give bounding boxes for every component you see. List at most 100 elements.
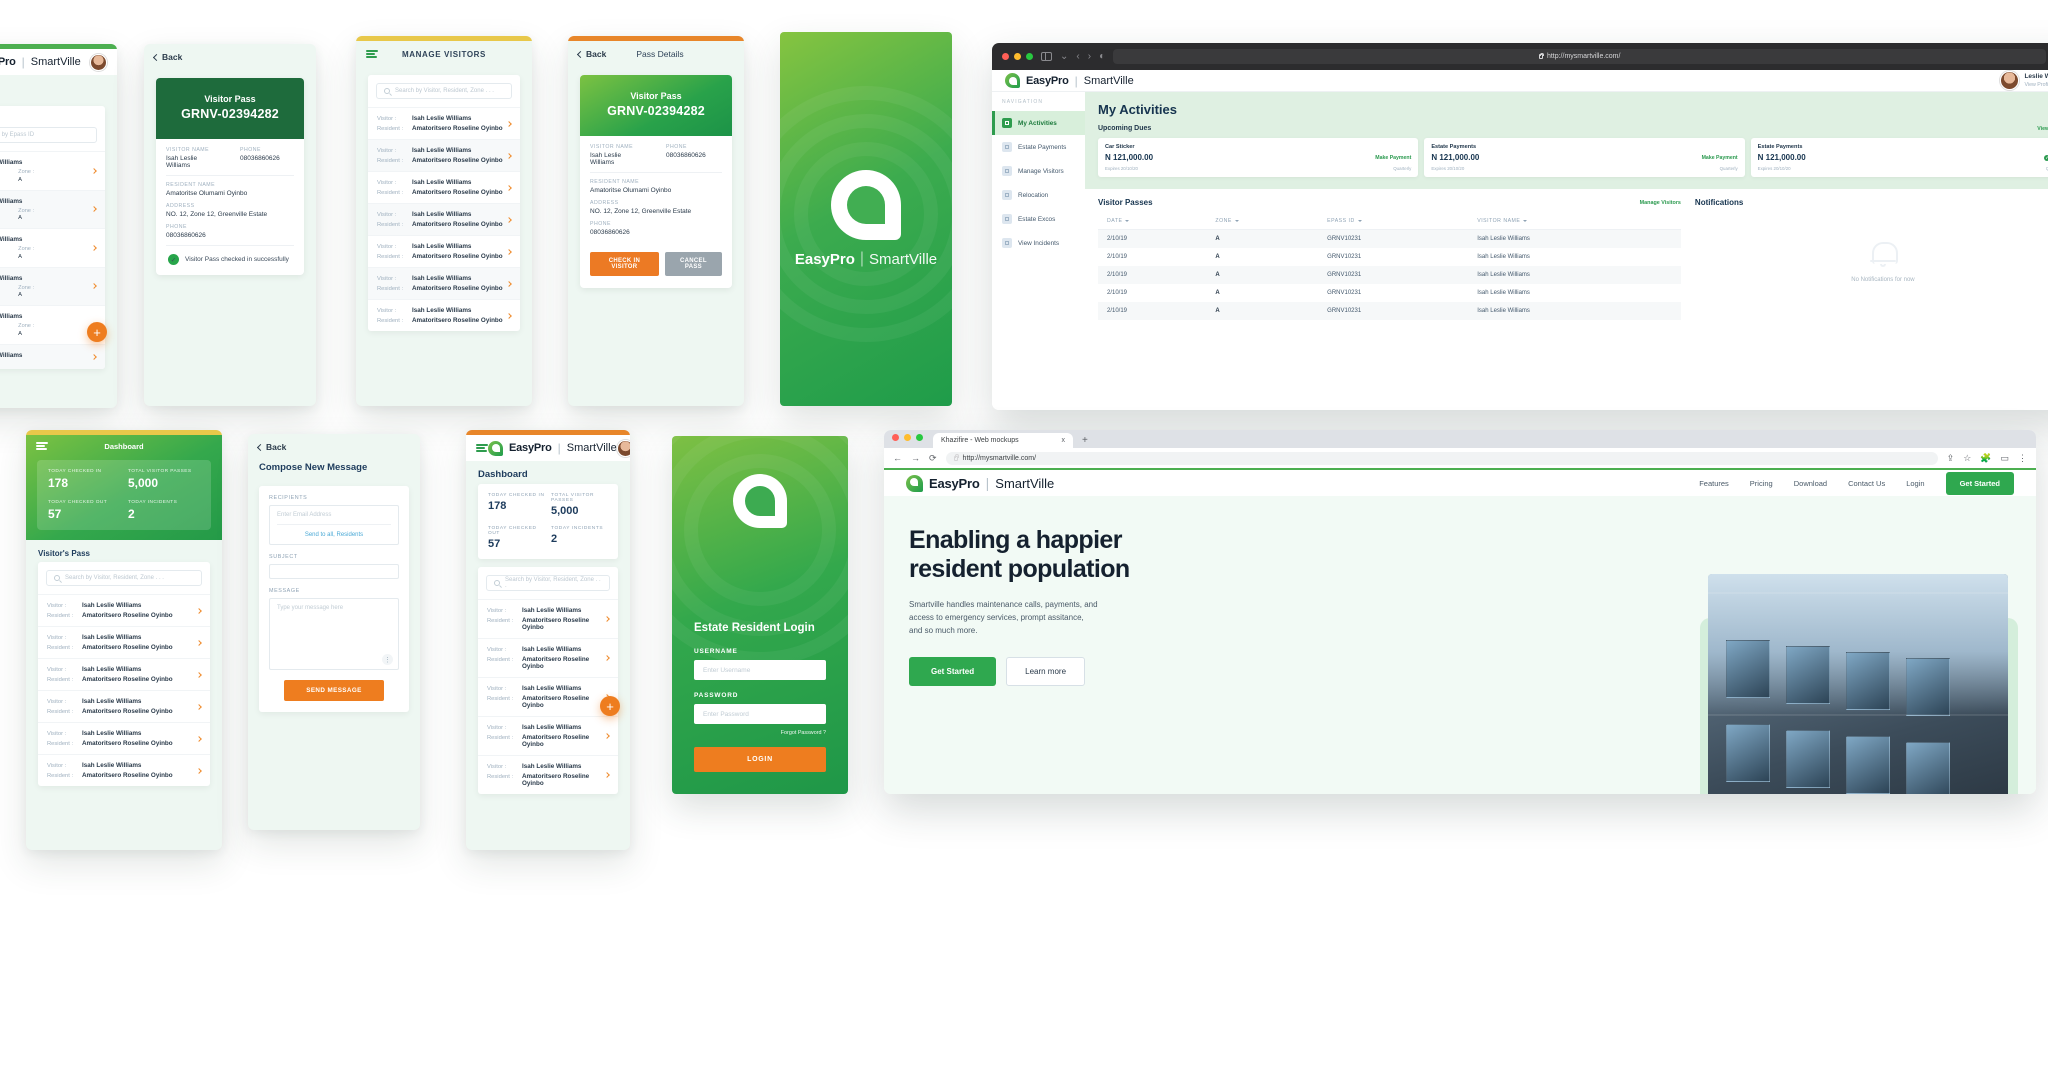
back-icon[interactable]: ‹ <box>1076 51 1079 62</box>
due-card[interactable]: Car Sticker N 121,000.00 Make Payment Ex… <box>1098 138 1419 177</box>
sidebar-item-my-activities[interactable]: My Activities <box>992 111 1085 135</box>
forgot-password-link[interactable]: Forgot Password ? <box>694 730 826 736</box>
table-row[interactable]: 2/10/19 A GRNV10231 Isah Leslie Williams <box>1098 284 1681 302</box>
menu-icon[interactable]: ⋮ <box>2018 453 2027 464</box>
back-button[interactable]: Back <box>152 52 182 62</box>
close-tab-icon[interactable]: x <box>1062 437 1066 444</box>
nav-link-download[interactable]: Download <box>1794 479 1827 488</box>
cast-icon[interactable]: ▭ <box>2000 453 2009 464</box>
sidebar-item-relocation[interactable]: Relocation <box>992 183 1085 207</box>
menu-icon[interactable] <box>476 444 488 452</box>
incident-row[interactable]: Isah Leslie Williams Incident TypeGRNV10… <box>0 228 105 267</box>
visitor-row[interactable]: Visitor : Isah Leslie Williams Resident :… <box>368 203 520 235</box>
visitor-row[interactable]: Visitor : Isah Leslie Williams Resident :… <box>368 235 520 267</box>
visitor-row[interactable]: Visitor : Isah Leslie Williams Resident :… <box>368 107 520 139</box>
nav-link-login[interactable]: Login <box>1906 479 1924 488</box>
menu-icon[interactable] <box>36 442 48 450</box>
login-button[interactable]: LOGIN <box>694 747 826 772</box>
view-profile-link[interactable]: View Profile <box>2024 82 2048 88</box>
visitor-row[interactable]: Visitor : Isah Leslie Williams Resident :… <box>478 638 618 677</box>
reader-icon[interactable]: ◐ <box>1099 51 1105 62</box>
visitor-row[interactable]: Visitor : Isah Leslie Williams Resident :… <box>38 626 210 658</box>
visitor-row[interactable]: Visitor : Isah Leslie Williams Resident :… <box>478 599 618 638</box>
search-input[interactable]: Search by Visitor, Resident, Zone . . . <box>46 570 202 586</box>
table-row[interactable]: 2/10/19 A GRNV10231 Isah Leslie Williams <box>1098 266 1681 284</box>
sidebar-toggle-icon[interactable] <box>1041 51 1052 62</box>
hero-learn-more-button[interactable]: Learn more <box>1006 657 1086 687</box>
visitor-row[interactable]: Visitor : Isah Leslie Williams Resident :… <box>38 754 210 786</box>
extensions-icon[interactable]: 🧩 <box>1980 453 1991 464</box>
visitor-row[interactable]: Visitor : Isah Leslie Williams Resident :… <box>38 722 210 754</box>
hero-get-started-button[interactable]: Get Started <box>909 657 997 687</box>
due-card[interactable]: Estate Payments N 121,000.00 ✓ Paid Expi… <box>1750 138 2048 177</box>
back-button[interactable]: Back <box>576 49 606 59</box>
back-button[interactable]: Back <box>256 442 286 452</box>
bookmark-icon[interactable]: ☆ <box>1963 453 1971 464</box>
column-header-epass-id[interactable]: EPASS ID <box>1318 213 1469 230</box>
check-in-visitor-button[interactable]: CHECK IN VISITOR <box>590 252 659 276</box>
incident-row[interactable]: Isah Leslie Williams <box>0 343 105 369</box>
avatar[interactable] <box>616 439 630 457</box>
sidebar-item-view-incidents[interactable]: View Incidents <box>992 231 1085 255</box>
visitor-row[interactable]: Visitor : Isah Leslie Williams Resident :… <box>478 755 618 794</box>
window-controls[interactable] <box>1002 53 1033 60</box>
window-controls[interactable] <box>892 434 923 441</box>
message-textarea[interactable]: Type your message here ⋮ <box>269 598 399 670</box>
table-row[interactable]: 2/10/19 A GRNV10231 Isah Leslie Williams <box>1098 248 1681 266</box>
column-header-visitor-name[interactable]: VISITOR NAME <box>1468 213 1681 230</box>
visitor-row[interactable]: Visitor : Isah Leslie Williams Resident :… <box>478 677 618 716</box>
address-bar[interactable]: http://mysmartville.com/ <box>945 451 1938 465</box>
username-input[interactable]: Enter Username <box>694 660 826 680</box>
cancel-pass-button[interactable]: CANCEL PASS <box>664 252 722 276</box>
nav-link-features[interactable]: Features <box>1699 479 1729 488</box>
make-payment-button[interactable]: Make Payment <box>1375 155 1411 161</box>
table-row[interactable]: 2/10/19 A GRNV10231 Isah Leslie Williams <box>1098 229 1681 248</box>
avatar[interactable] <box>90 53 107 71</box>
search-input[interactable]: Search by Epass ID <box>0 127 97 143</box>
column-header-zone[interactable]: ZONE <box>1206 213 1319 230</box>
user-menu[interactable]: Leslie Williams View Profile <box>2000 71 2048 90</box>
forward-icon[interactable]: → <box>911 453 920 463</box>
add-pass-fab[interactable]: + <box>600 696 620 716</box>
chevron-down-icon[interactable]: ⌄ <box>1060 51 1068 62</box>
visitor-row[interactable]: Visitor : Isah Leslie Williams Resident :… <box>368 139 520 171</box>
share-icon[interactable]: ⇪ <box>1947 453 1955 464</box>
send-to-all-link[interactable]: Send to all, Residents <box>277 524 391 538</box>
nav-link-pricing[interactable]: Pricing <box>1750 479 1773 488</box>
visitor-row[interactable]: Visitor : Isah Leslie Williams Resident :… <box>478 716 618 755</box>
reload-icon[interactable]: ⟳ <box>929 453 937 464</box>
make-payment-button[interactable]: Make Payment <box>1702 155 1738 161</box>
incident-row[interactable]: Isah Leslie Williams Incident TypeGRNV10… <box>0 266 105 305</box>
browser-tab[interactable]: Khazifire - Web mockups x <box>933 433 1073 448</box>
due-card[interactable]: Estate Payments N 121,000.00 Make Paymen… <box>1424 138 1745 177</box>
recipients-field[interactable]: Enter Email Address Send to all, Residen… <box>269 505 399 545</box>
sidebar-item-estate-excos[interactable]: Estate Excos <box>992 207 1085 231</box>
visitor-row[interactable]: Visitor : Isah Leslie Williams Resident :… <box>38 594 210 626</box>
nav-link-contact-us[interactable]: Contact Us <box>1848 479 1885 488</box>
subject-input[interactable] <box>269 564 399 579</box>
visitor-row[interactable]: Visitor : Isah Leslie Williams Resident :… <box>368 171 520 203</box>
incident-row[interactable]: Isah Leslie Williams Incident TypeGRNV10… <box>0 189 105 228</box>
visitor-row[interactable]: Visitor : Isah Leslie Williams Resident :… <box>368 299 520 331</box>
view-all-dues-link[interactable]: View All Dues <box>2037 126 2048 132</box>
table-row[interactable]: 2/10/19 A GRNV10231 Isah Leslie Williams <box>1098 302 1681 320</box>
sidebar-item-estate-payments[interactable]: Estate Payments <box>992 135 1085 159</box>
back-icon[interactable]: ← <box>893 453 902 463</box>
manage-visitors-link[interactable]: Manage Visitors <box>1640 200 1681 206</box>
password-input[interactable]: Enter Password <box>694 704 826 724</box>
address-bar[interactable]: http://mysmartville.com/ <box>1113 49 2047 64</box>
incident-row[interactable]: Isah Leslie Williams Incident TypeGRNV10… <box>0 151 105 190</box>
get-started-button[interactable]: Get Started <box>1945 471 2014 495</box>
send-message-button[interactable]: SEND MESSAGE <box>284 680 384 701</box>
add-incident-fab[interactable]: + <box>87 322 107 342</box>
search-input[interactable]: Search by Visitor, Resident, Zone . . . <box>376 83 512 99</box>
visitor-row[interactable]: Visitor : Isah Leslie Williams Resident :… <box>38 690 210 722</box>
visitor-row[interactable]: Visitor : Isah Leslie Williams Resident :… <box>38 658 210 690</box>
visitor-row[interactable]: Visitor : Isah Leslie Williams Resident :… <box>368 267 520 299</box>
search-input[interactable]: Search by Visitor, Resident, Zone . . . <box>486 575 610 591</box>
column-header-date[interactable]: DATE <box>1098 213 1207 230</box>
more-options-icon[interactable]: ⋮ <box>382 654 393 665</box>
new-tab-icon[interactable]: + <box>1077 435 1093 448</box>
sidebar-item-manage-visitors[interactable]: Manage Visitors <box>992 159 1085 183</box>
forward-icon[interactable]: › <box>1088 51 1091 62</box>
